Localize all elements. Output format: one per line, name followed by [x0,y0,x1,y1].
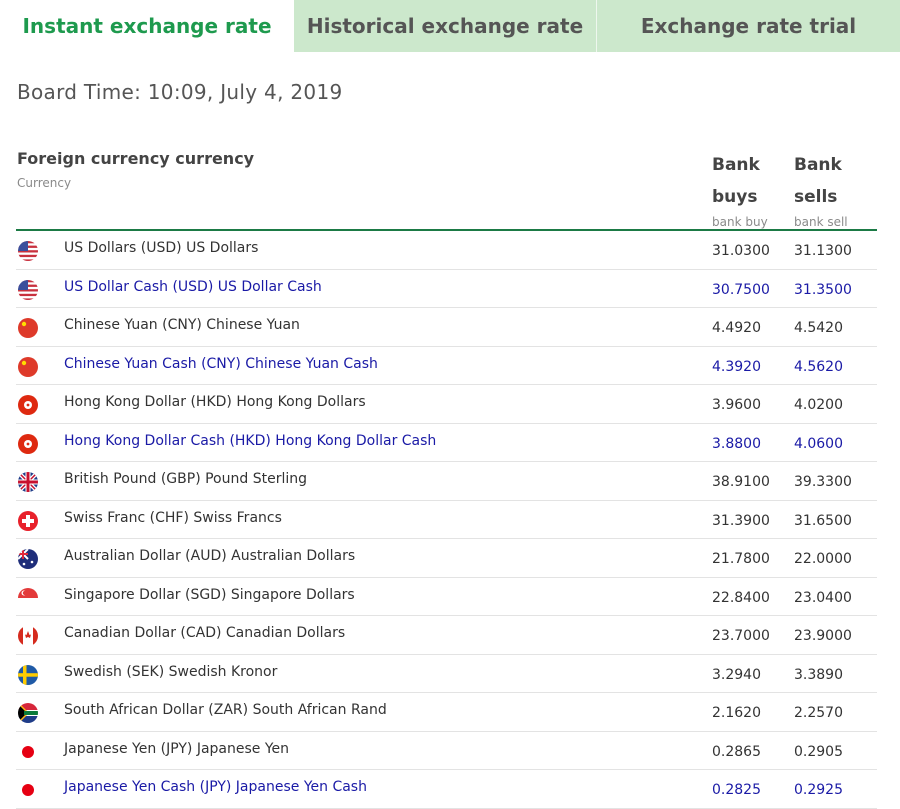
se-flag-icon [18,664,38,685]
bank-sell-rate: 31.3500 [794,281,852,298]
bank-buy-rate: 30.7500 [712,281,770,298]
cn-flag-icon [18,318,38,338]
currency-name-link[interactable]: Japanese Yen Cash (JPY) Japanese Yen Cas… [64,779,367,795]
bank-sell-rate: 0.2905 [794,743,843,760]
bank-sell-rate: 0.2925 [794,782,843,798]
currency-name: Swiss Franc (CHF) Swiss Francs [64,509,282,526]
bank-buy-rate: 21.7800 [712,551,770,567]
us-flag-icon [18,241,38,261]
table-row: Swiss Franc (CHF) Swiss Francs 31.3900 31.… [16,501,877,539]
bank-buy-rate: 2.1620 [712,705,761,721]
bank-sell-rate: 23.9000 [794,628,852,644]
table-row[interactable]: US Dollar Cash (USD) US Dollar Cash 30.75… [16,270,877,308]
table-row: Australian Dollar (AUD) Australian Dolla… [16,539,877,578]
table-body: US Dollars (USD) US Dollars 31.0300 31.130… [16,231,877,809]
table-row: Hong Kong Dollar (HKD) Hong Kong Dollars… [16,385,877,424]
currency-name: Swedish (SEK) Swedish Kronor [64,663,278,680]
sg-flag-icon [18,587,38,608]
bank-sells-header: Bank sells [794,155,842,207]
bank-sell-rate: 22.0000 [794,551,852,567]
currency-name: Canadian Dollar (CAD) Canadian Dollars [64,625,346,641]
au-flag-icon [18,549,38,569]
table-row: Singapore Dollar (SGD) Singapore Dollars… [16,578,877,616]
table-row: Japanese Yen (JPY) Japanese Yen 0.2865 0.2… [16,732,877,770]
hk-flag-icon [18,395,38,415]
bank-sell-rate: 4.5620 [794,358,843,375]
bank-buy-rate: 0.2865 [712,743,761,760]
cn-flag-icon [18,356,38,377]
bank-sells-subheader: bank sell [794,215,848,229]
jp-flag-icon [18,741,38,762]
table-row: Swedish (SEK) Swedish Kronor 3.2940 3.3890 [16,655,877,693]
bank-buy-rate: 3.8800 [712,435,761,452]
table-row[interactable]: Japanese Yen Cash (JPY) Japanese Yen Cas… [16,770,877,809]
tab-instant-exchange-rate[interactable]: Instant exchange rate [0,0,294,52]
board-time: Board Time: 10:09, July 4, 2019 [17,80,343,104]
currency-column-header: Foreign currency currency [17,149,255,168]
currency-name: US Dollars (USD) US Dollars [64,240,259,256]
currency-name: Australian Dollar (AUD) Australian Dolla… [64,548,356,564]
currency-name-link[interactable]: Hong Kong Dollar Cash (HKD) Hong Kong Do… [64,433,436,449]
bank-sell-rate: 2.2570 [794,705,843,721]
bank-buy-rate: 22.8400 [712,589,770,606]
us-flag-icon [18,279,38,300]
bank-sell-rate: 31.1300 [794,243,852,259]
currency-name: Singapore Dollar (SGD) Singapore Dollars [64,586,355,603]
table-row: Chinese Yuan (CNY) Chinese Yuan 4.4920 4.5… [16,308,877,347]
za-flag-icon [18,703,38,723]
table-row: South African Dollar (ZAR) South African… [16,693,877,732]
bank-buy-rate: 31.3900 [712,512,770,529]
table-row[interactable]: Hong Kong Dollar Cash (HKD) Hong Kong Do… [16,424,877,462]
bank-sells-column: Bank sells bank sell [794,149,874,229]
currency-column-subheader: Currency [17,176,72,190]
bank-sell-rate: 3.3890 [794,666,843,683]
jp-flag-icon [18,780,38,800]
gb-flag-icon [18,472,38,492]
bank-buy-rate: 3.9600 [712,397,761,413]
currency-name-link[interactable]: US Dollar Cash (USD) US Dollar Cash [64,279,322,295]
currency-name: Chinese Yuan (CNY) Chinese Yuan [64,317,300,333]
bank-buys-header: Bank buys [712,155,760,207]
currency-name: British Pound (GBP) Pound Sterling [64,471,307,487]
exchange-rate-table: Foreign currency currency Currency Bank … [16,145,877,809]
bank-buy-rate: 38.9100 [712,474,770,490]
bank-sell-rate: 4.0200 [794,397,843,413]
currency-name-link[interactable]: Chinese Yuan Cash (CNY) Chinese Yuan Cas… [64,356,378,372]
table-row[interactable]: Chinese Yuan Cash (CNY) Chinese Yuan Cas… [16,347,877,385]
table-header: Foreign currency currency Currency Bank … [16,145,877,231]
bank-buy-rate: 4.3920 [712,358,761,375]
bank-buy-rate: 4.4920 [712,320,761,336]
bank-sell-rate: 39.3300 [794,474,852,490]
ca-flag-icon [18,626,38,646]
bank-buy-rate: 23.7000 [712,628,770,644]
bank-sell-rate: 23.0400 [794,589,852,606]
tab-bar: Instant exchange rate Historical exchang… [0,0,900,52]
bank-buys-column: Bank buys bank buy [712,149,792,229]
bank-sell-rate: 4.5420 [794,320,843,336]
bank-buy-rate: 31.0300 [712,243,770,259]
bank-buy-rate: 3.2940 [712,666,761,683]
table-row: Canadian Dollar (CAD) Canadian Dollars 23… [16,616,877,655]
tab-historical-exchange-rate[interactable]: Historical exchange rate [294,0,597,52]
currency-name: Hong Kong Dollar (HKD) Hong Kong Dollars [64,394,366,410]
currency-name: South African Dollar (ZAR) South African… [64,702,387,718]
table-row: British Pound (GBP) Pound Sterling 38.910… [16,462,877,501]
bank-sell-rate: 4.0600 [794,435,843,452]
ch-flag-icon [18,510,38,531]
currency-name: Japanese Yen (JPY) Japanese Yen [64,740,290,757]
tab-exchange-rate-trial[interactable]: Exchange rate trial [597,0,900,52]
hk-flag-icon [18,433,38,454]
bank-sell-rate: 31.6500 [794,512,852,529]
bank-buys-subheader: bank buy [712,215,768,229]
table-row: US Dollars (USD) US Dollars 31.0300 31.130… [16,231,877,270]
bank-buy-rate: 0.2825 [712,782,761,798]
